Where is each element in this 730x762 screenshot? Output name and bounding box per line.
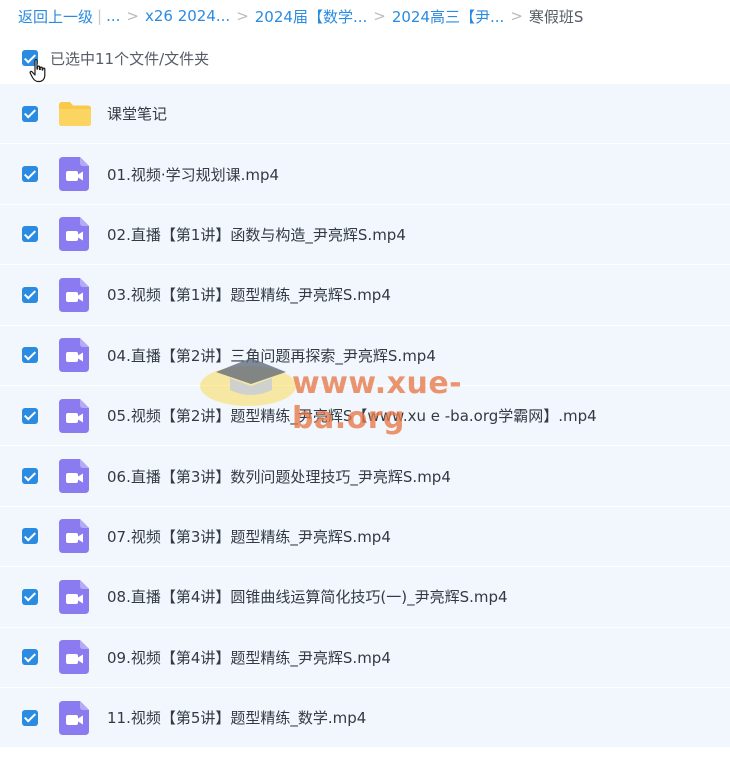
video-file-icon (59, 398, 89, 433)
breadcrumb: 返回上一级 | ... > x26 2024... > 2024届【数学... … (18, 0, 583, 32)
row-checkbox[interactable] (22, 105, 38, 122)
video-file-icon (59, 338, 89, 373)
video-file-icon (59, 277, 89, 312)
file-name[interactable]: 09.视频【第4讲】题型精练_尹亮辉S.mp4 (107, 647, 391, 668)
video-file-icon (59, 519, 89, 554)
row-checkbox[interactable] (22, 347, 38, 364)
back-link[interactable]: 返回上一级 (18, 6, 93, 27)
breadcrumb-item[interactable]: 2024届【数学... (255, 6, 367, 27)
row-checkbox[interactable] (22, 649, 38, 666)
file-row[interactable]: 11.视频【第5讲】题型精练_数学.mp4 (0, 687, 730, 749)
file-row[interactable]: 05.视频【第2讲】题型精练_尹亮辉S【www.xu e -ba.org学霸网】… (0, 385, 730, 447)
row-checkbox[interactable] (22, 286, 38, 303)
file-name[interactable]: 11.视频【第5讲】题型精练_数学.mp4 (107, 707, 366, 728)
chevron-right-icon: > (236, 7, 249, 25)
file-name[interactable]: 01.视频·学习规划课.mp4 (107, 164, 279, 185)
video-file-icon (59, 217, 89, 252)
row-checkbox[interactable] (22, 709, 38, 726)
file-name[interactable]: 05.视频【第2讲】题型精练_尹亮辉S【www.xu e -ba.org学霸网】… (107, 405, 597, 426)
breadcrumb-current: 寒假班S (528, 7, 584, 26)
folder-row[interactable]: 课堂笔记 (0, 84, 730, 145)
file-name[interactable]: 03.视频【第1讲】题型精练_尹亮辉S.mp4 (107, 284, 391, 305)
chevron-right-icon: > (373, 7, 386, 25)
file-name[interactable]: 课堂笔记 (107, 103, 167, 124)
file-name[interactable]: 06.直播【第3讲】数列问题处理技巧_尹亮辉S.mp4 (107, 466, 451, 487)
video-file-icon (59, 157, 89, 192)
breadcrumb-ellipsis[interactable]: ... (106, 7, 120, 25)
video-file-icon (59, 700, 89, 735)
row-checkbox[interactable] (22, 588, 38, 605)
chevron-right-icon: > (510, 7, 523, 25)
file-name[interactable]: 07.视频【第3讲】题型精练_尹亮辉S.mp4 (107, 526, 391, 547)
file-row[interactable]: 02.直播【第1讲】函数与构造_尹亮辉S.mp4 (0, 204, 730, 266)
video-file-icon (59, 579, 89, 614)
selection-count: 已选中11个文件/文件夹 (50, 49, 210, 68)
row-checkbox[interactable] (22, 407, 38, 424)
video-file-icon (59, 459, 89, 494)
file-row[interactable]: 09.视频【第4讲】题型精练_尹亮辉S.mp4 (0, 627, 730, 688)
breadcrumb-divider: | (97, 7, 103, 25)
file-row[interactable]: 07.视频【第3讲】题型精练_尹亮辉S.mp4 (0, 506, 730, 568)
folder-icon (59, 101, 91, 126)
file-row[interactable]: 01.视频·学习规划课.mp4 (0, 144, 730, 205)
file-row[interactable]: 03.视频【第1讲】题型精练_尹亮辉S.mp4 (0, 265, 730, 326)
file-list: 课堂笔记 01.视频·学习规划课.mp4 02.直播【第1讲】函数与构造_尹亮辉… (0, 84, 730, 749)
row-checkbox[interactable] (22, 468, 38, 485)
file-name[interactable]: 04.直播【第2讲】三角问题再探索_尹亮辉S.mp4 (107, 345, 436, 366)
row-checkbox[interactable] (22, 166, 38, 183)
file-row[interactable]: 04.直播【第2讲】三角问题再探索_尹亮辉S.mp4 (0, 325, 730, 386)
file-row[interactable]: 06.直播【第3讲】数列问题处理技巧_尹亮辉S.mp4 (0, 446, 730, 507)
breadcrumb-item[interactable]: 2024高三【尹... (392, 6, 504, 27)
file-row[interactable]: 08.直播【第4讲】圆锥曲线运算简化技巧(一)_尹亮辉S.mp4 (0, 567, 730, 628)
breadcrumb-item[interactable]: x26 2024... (145, 7, 230, 25)
video-file-icon (59, 640, 89, 675)
file-name[interactable]: 02.直播【第1讲】函数与构造_尹亮辉S.mp4 (107, 224, 406, 245)
file-name[interactable]: 08.直播【第4讲】圆锥曲线运算简化技巧(一)_尹亮辉S.mp4 (107, 586, 508, 607)
chevron-right-icon: > (126, 7, 139, 25)
hand-cursor-icon (29, 59, 46, 83)
row-checkbox[interactable] (22, 528, 38, 545)
selection-bar: 已选中11个文件/文件夹 (0, 38, 730, 78)
row-checkbox[interactable] (22, 226, 38, 243)
